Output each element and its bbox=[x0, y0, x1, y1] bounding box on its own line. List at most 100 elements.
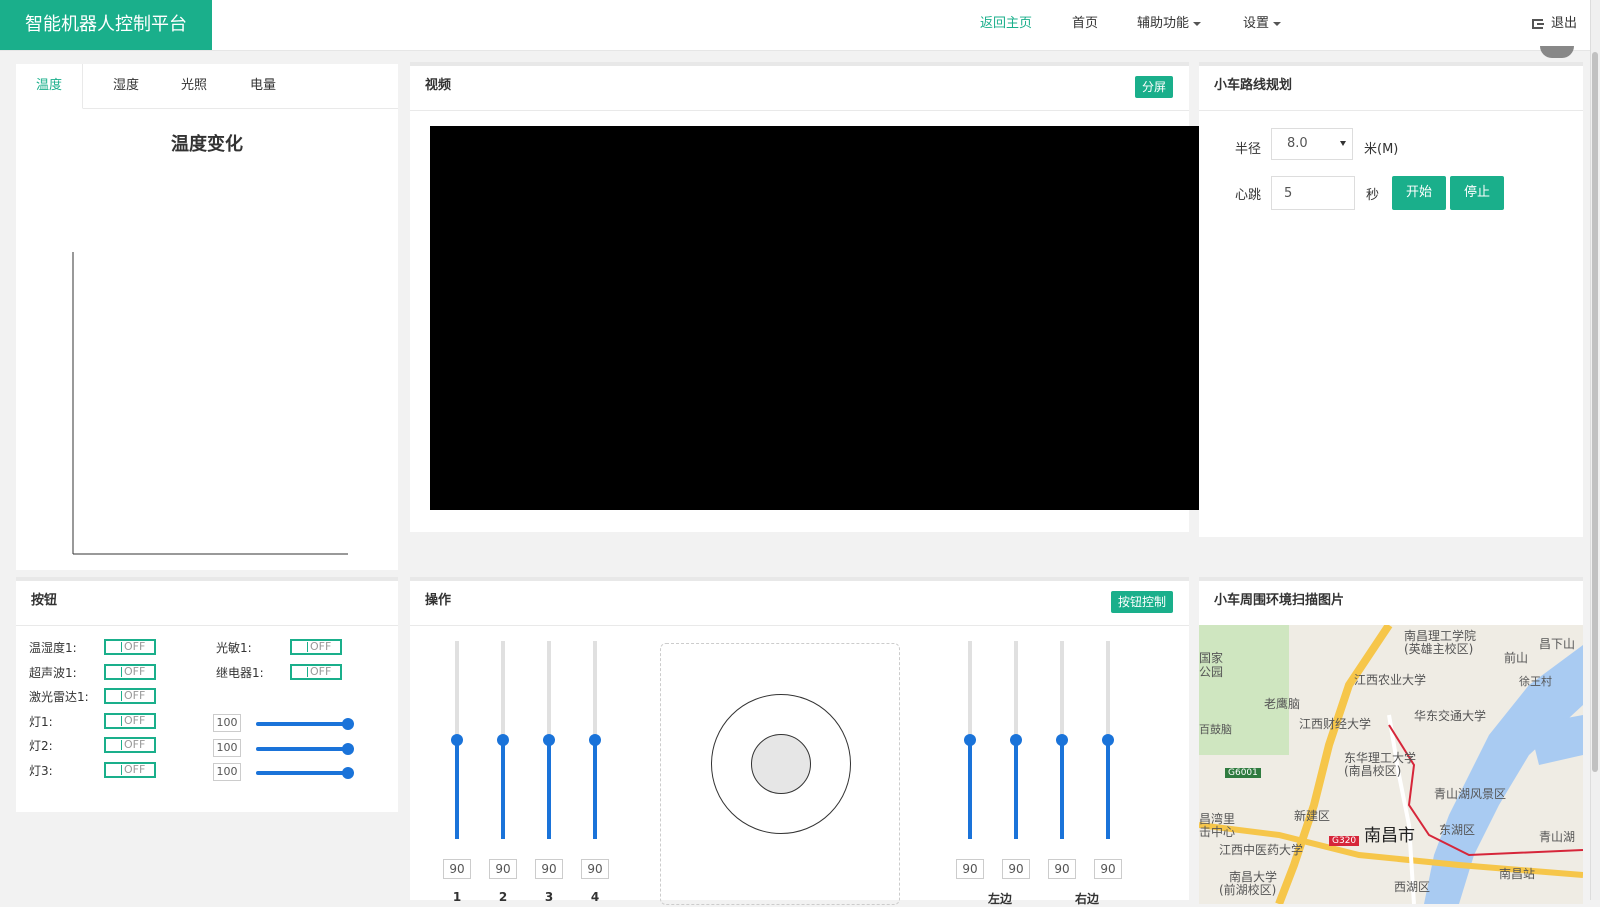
toggle-switch[interactable]: OFF bbox=[104, 664, 156, 680]
toggle-switch[interactable]: OFF bbox=[104, 688, 156, 704]
floating-avatar[interactable] bbox=[1540, 46, 1574, 58]
toggle-switch[interactable]: OFF bbox=[104, 762, 156, 778]
map-place: (南昌校区) bbox=[1344, 764, 1402, 778]
route-panel-header: 小车路线规划 bbox=[1199, 66, 1583, 111]
slider-thumb[interactable] bbox=[342, 767, 354, 779]
light-brightness-slider[interactable] bbox=[256, 718, 354, 730]
slider-thumb[interactable] bbox=[589, 734, 601, 746]
servo-slider[interactable] bbox=[1102, 641, 1114, 839]
toggle-knob bbox=[293, 667, 308, 677]
switch-label: 激光雷达1: bbox=[29, 690, 89, 704]
heartbeat-unit: 秒 bbox=[1366, 188, 1380, 203]
servo-value-input[interactable]: 90 bbox=[1002, 859, 1030, 879]
tab-humidity[interactable]: 湿度 bbox=[100, 64, 152, 108]
video-stream[interactable] bbox=[430, 126, 1200, 510]
slider-thumb[interactable] bbox=[451, 734, 463, 746]
servo-value-input[interactable]: 90 bbox=[443, 859, 471, 879]
light-brightness-slider[interactable] bbox=[256, 767, 354, 779]
logout-button[interactable]: 退出 bbox=[1532, 0, 1577, 50]
scrollbar-thumb[interactable] bbox=[1592, 52, 1598, 772]
slider-thumb[interactable] bbox=[543, 734, 555, 746]
toggle-state: OFF bbox=[310, 665, 332, 678]
servo-value-input[interactable]: 90 bbox=[956, 859, 984, 879]
slider-thumb[interactable] bbox=[1010, 734, 1022, 746]
servo-value-input[interactable]: 90 bbox=[489, 859, 517, 879]
route-planning-panel: 小车路线规划 半径 8.0 米(M) 心跳 秒 开始 停止 bbox=[1199, 62, 1583, 537]
map-place: 江西农业大学 bbox=[1354, 673, 1427, 687]
map-place: 新建区 bbox=[1294, 809, 1331, 823]
map-place: (前湖校区) bbox=[1219, 883, 1277, 897]
toggle-knob bbox=[107, 667, 122, 677]
heartbeat-input[interactable] bbox=[1271, 176, 1355, 210]
switch-label: 灯1: bbox=[29, 715, 53, 729]
nav-back-home[interactable]: 返回主页 bbox=[980, 0, 1032, 50]
slider-thumb[interactable] bbox=[1056, 734, 1068, 746]
toggle-state: OFF bbox=[124, 689, 146, 702]
radius-label: 半径 bbox=[1235, 142, 1262, 157]
map-place: 前山 bbox=[1504, 651, 1529, 665]
sensor-chart-panel: 温度 湿度 光照 电量 温度变化 bbox=[16, 64, 398, 570]
light-value-input[interactable]: 100 bbox=[213, 763, 241, 781]
map-place: (英雄主校区) bbox=[1404, 642, 1474, 656]
switch-label: 继电器1: bbox=[216, 666, 264, 680]
servo-value-input[interactable]: 90 bbox=[1094, 859, 1122, 879]
tab-light[interactable]: 光照 bbox=[168, 64, 220, 108]
toggle-switch[interactable]: OFF bbox=[290, 664, 342, 680]
right-side-label: 右边 bbox=[1074, 892, 1099, 906]
joystick-knob[interactable] bbox=[751, 734, 811, 794]
tab-temperature[interactable]: 温度 bbox=[16, 64, 83, 109]
video-panel-header: 视频 分屏 bbox=[410, 66, 1189, 111]
slider-thumb[interactable] bbox=[342, 743, 354, 755]
servo-slider[interactable] bbox=[451, 641, 463, 839]
servo-value-input[interactable]: 90 bbox=[1048, 859, 1076, 879]
nav-assist-functions[interactable]: 辅助功能 bbox=[1137, 0, 1202, 50]
toggle-switch[interactable]: OFF bbox=[104, 639, 156, 655]
servo-value-input[interactable]: 90 bbox=[581, 859, 609, 879]
slider-thumb[interactable] bbox=[1102, 734, 1114, 746]
light-value-input[interactable]: 100 bbox=[213, 714, 241, 732]
nav-assist-label: 辅助功能 bbox=[1137, 16, 1190, 31]
servo-slider[interactable] bbox=[543, 641, 555, 839]
operation-panel-header: 操作 按钮控制 bbox=[410, 581, 1189, 626]
switch-label: 温湿度1: bbox=[29, 641, 77, 655]
tab-battery[interactable]: 电量 bbox=[237, 64, 289, 108]
map-road-sign: G320 bbox=[1329, 836, 1360, 846]
map-place: 公园 bbox=[1199, 665, 1224, 679]
environment-map[interactable]: 南昌理工学院 (英雄主校区) 江西农业大学 老鹰脑 华东交通大学 江西财经大学 … bbox=[1199, 625, 1583, 904]
toggle-knob bbox=[293, 642, 308, 652]
toggle-switch[interactable]: OFF bbox=[104, 737, 156, 753]
map-place: 百鼓脑 bbox=[1199, 723, 1232, 736]
nav-home[interactable]: 首页 bbox=[1072, 0, 1098, 50]
radius-select[interactable]: 8.0 bbox=[1271, 128, 1353, 160]
light-value-input[interactable]: 100 bbox=[213, 739, 241, 757]
map-place: 昌下山 bbox=[1539, 637, 1576, 651]
servo-slider[interactable] bbox=[589, 641, 601, 839]
buttons-panel: 按钮 温湿度1: OFF 超声波1: OFF 激光雷达1: OFF 灯1: OFF 灯2: OFF… bbox=[16, 577, 398, 812]
toggle-switch[interactable]: OFF bbox=[104, 713, 156, 729]
toggle-switch[interactable]: OFF bbox=[290, 639, 342, 655]
map-place: 江西财经大学 bbox=[1299, 717, 1372, 731]
radius-unit: 米(M) bbox=[1364, 142, 1399, 157]
map-place: 西湖区 bbox=[1394, 880, 1431, 894]
servo-value-input[interactable]: 90 bbox=[535, 859, 563, 879]
slider-thumb[interactable] bbox=[497, 734, 509, 746]
servo-slider[interactable] bbox=[964, 641, 976, 839]
split-screen-button[interactable]: 分屏 bbox=[1134, 76, 1173, 98]
servo-slider[interactable] bbox=[497, 641, 509, 839]
slider-fill bbox=[455, 740, 459, 839]
brand-title[interactable]: 智能机器人控制平台 bbox=[0, 0, 212, 50]
toggle-knob bbox=[107, 642, 122, 652]
start-button[interactable]: 开始 bbox=[1392, 176, 1446, 210]
button-control-button[interactable]: 按钮控制 bbox=[1110, 591, 1173, 613]
slider-thumb[interactable] bbox=[964, 734, 976, 746]
servo-slider[interactable] bbox=[1010, 641, 1022, 839]
light-brightness-slider[interactable] bbox=[256, 743, 354, 755]
toggle-state: OFF bbox=[310, 640, 332, 653]
stop-button[interactable]: 停止 bbox=[1450, 176, 1504, 210]
nav-settings[interactable]: 设置 bbox=[1243, 0, 1282, 50]
joystick-area[interactable] bbox=[660, 643, 900, 905]
toggle-knob bbox=[107, 691, 122, 701]
slider-fill bbox=[593, 740, 597, 839]
slider-thumb[interactable] bbox=[342, 718, 354, 730]
servo-slider[interactable] bbox=[1056, 641, 1068, 839]
